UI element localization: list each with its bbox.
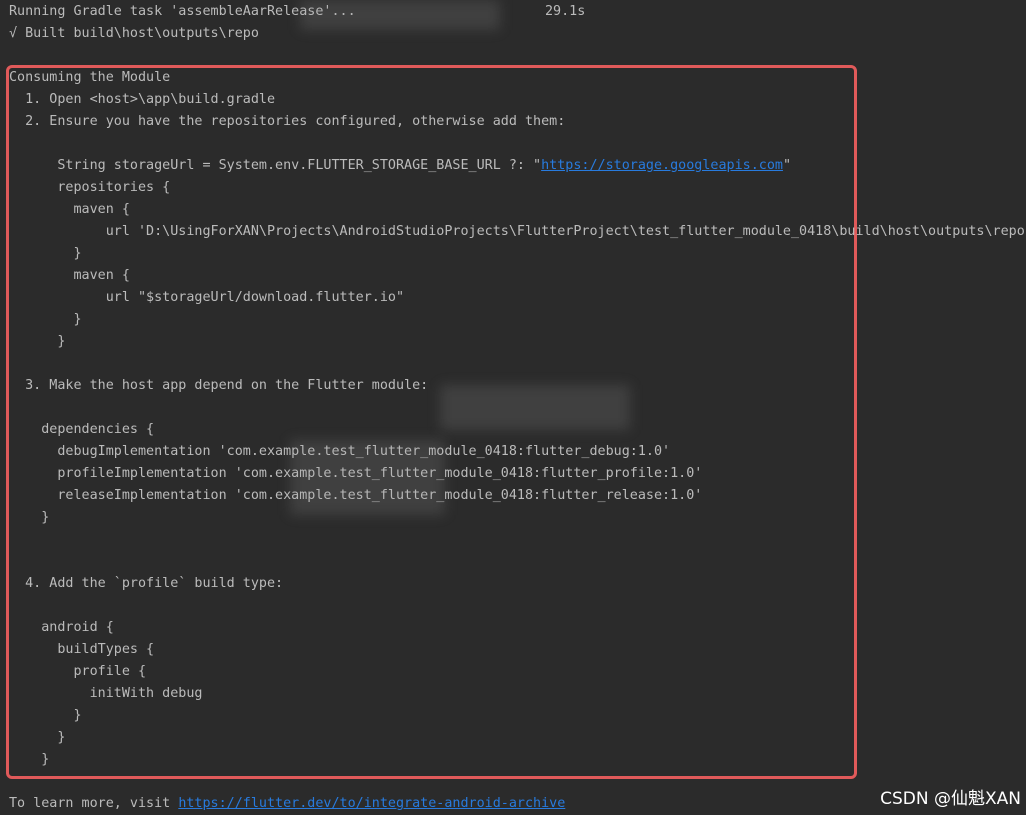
console-line: }: [9, 752, 50, 767]
csdn-watermark: CSDN @仙魁XAN: [880, 789, 1021, 809]
console-line: dependencies {: [9, 422, 155, 437]
gradle-task-time: 29.1s: [545, 4, 586, 19]
build-result-line: √ Built build\host\outputs\repo: [9, 26, 259, 41]
console-line: profileImplementation 'com.example.test_…: [9, 466, 703, 481]
console-line: releaseImplementation 'com.example.test_…: [9, 488, 703, 503]
console-line: }: [9, 708, 82, 723]
storage-url-line: String storageUrl = System.env.FLUTTER_S…: [9, 155, 791, 177]
console-line: maven {: [9, 202, 130, 217]
console-line: }: [9, 510, 50, 525]
console-line: Consuming the Module: [9, 70, 171, 85]
console-line: debugImplementation 'com.example.test_fl…: [9, 444, 671, 459]
console-line: android {: [9, 620, 114, 635]
console-line: 4. Add the `profile` build type:: [9, 576, 284, 591]
console-line: maven {: [9, 268, 130, 283]
console-line: profile {: [9, 664, 147, 679]
console-line: }: [9, 312, 82, 327]
learn-more-line: To learn more, visit https://flutter.dev…: [9, 793, 565, 815]
console-line-text: ": [782, 158, 792, 173]
learn-more-prefix: To learn more, visit: [9, 796, 179, 811]
gradle-task-line: Running Gradle task 'assembleAarRelease'…: [9, 4, 356, 19]
storage-link[interactable]: https://storage.googleapis.com: [541, 158, 783, 173]
integrate-docs-link[interactable]: https://flutter.dev/to/integrate-android…: [178, 796, 565, 811]
console-line: url 'D:\UsingForXAN\Projects\AndroidStud…: [9, 224, 1026, 239]
console-line: }: [9, 730, 66, 745]
console-line: repositories {: [9, 180, 171, 195]
console-line-text: String storageUrl = System.env.FLUTTER_S…: [9, 158, 542, 173]
console-line: 3. Make the host app depend on the Flutt…: [9, 378, 429, 393]
console-line: 2. Ensure you have the repositories conf…: [9, 114, 566, 129]
console-line: initWith debug: [9, 686, 203, 701]
console-line: }: [9, 246, 82, 261]
console-line: }: [9, 334, 66, 349]
console-line: url "$storageUrl/download.flutter.io": [9, 290, 405, 305]
blur-smudge: [440, 385, 630, 430]
console-line: buildTypes {: [9, 642, 155, 657]
console-line: 1. Open <host>\app\build.gradle: [9, 92, 276, 107]
